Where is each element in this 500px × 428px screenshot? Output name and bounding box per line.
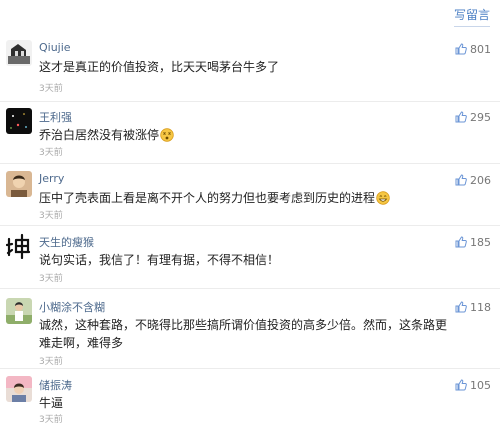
avatar[interactable] xyxy=(6,376,32,402)
comment-item: Qiujie 这才是真正的价值投资，比天天喝茅台牛多了 3天前 801 xyxy=(0,40,500,102)
comment-time: 3天前 xyxy=(39,357,63,367)
like-button[interactable]: 118 xyxy=(455,298,491,317)
comment-item: 小糊涂不含糊 诚然，这种套路，不晓得比那些搞所谓价值投资的高多少倍。然而，这条路… xyxy=(0,298,500,369)
thumbs-up-icon xyxy=(455,40,467,59)
comment-time: 3天前 xyxy=(39,274,63,284)
avatar[interactable] xyxy=(6,108,32,134)
comment-item: 储振涛 牛逼 3天前 105 xyxy=(0,376,500,425)
comment-username[interactable]: 储振涛 xyxy=(39,377,72,393)
like-count: 206 xyxy=(470,174,491,187)
comment-text: 乔治白居然没有被涨停 xyxy=(39,126,447,147)
like-count: 105 xyxy=(470,379,491,392)
comment-time: 3天前 xyxy=(39,415,63,425)
comment-username[interactable]: Qiujie xyxy=(39,41,71,54)
like-count: 295 xyxy=(470,111,491,124)
dizzy-face-emoji xyxy=(160,128,174,147)
like-button[interactable]: 206 xyxy=(455,171,491,190)
comment-username[interactable]: 小糊涂不含糊 xyxy=(39,299,105,315)
avatar[interactable] xyxy=(6,298,32,324)
comment-time: 3天前 xyxy=(39,84,63,94)
comment-text: 这才是真正的价值投资，比天天喝茅台牛多了 xyxy=(39,60,280,74)
comments-header: 写留言 xyxy=(0,0,500,28)
thumbs-up-icon xyxy=(455,298,467,317)
comment-item: 天生的瘦猴 说句实话，我信了！有理有据，不得不相信！ 3天前 185 xyxy=(0,233,500,289)
like-button[interactable]: 185 xyxy=(455,233,491,252)
comment-text: 诚然，这种套路，不晓得比那些搞所谓价值投资的高多少倍。然而，这条路更难走啊，难得… xyxy=(39,318,448,350)
comment-username[interactable]: 王利强 xyxy=(39,109,72,125)
comment-text: 说句实话，我信了！有理有据，不得不相信！ xyxy=(39,253,280,267)
comment-username[interactable]: Jerry xyxy=(39,172,64,185)
comment-item: 王利强 乔治白居然没有被涨停 3天前 295 xyxy=(0,108,500,164)
comment-text: 牛逼 xyxy=(39,396,64,410)
avatar[interactable] xyxy=(6,40,32,66)
thumbs-up-icon xyxy=(455,376,467,395)
comment-text: 压中了壳表面上看是离不开个人的努力但也要考虑到历史的进程 xyxy=(39,189,447,210)
comment-username[interactable]: 天生的瘦猴 xyxy=(39,234,94,250)
comment-time: 3天前 xyxy=(39,211,63,221)
like-count: 801 xyxy=(470,43,491,56)
avatar[interactable] xyxy=(6,171,32,197)
avatar[interactable] xyxy=(6,233,32,259)
comment-time: 3天前 xyxy=(39,148,63,158)
thumbs-up-icon xyxy=(455,108,467,127)
write-comment-link[interactable]: 写留言 xyxy=(453,6,491,27)
like-button[interactable]: 801 xyxy=(455,40,491,59)
like-count: 185 xyxy=(470,236,491,249)
grinning-face-emoji xyxy=(376,191,390,210)
comment-item: Jerry 压中了壳表面上看是离不开个人的努力但也要考虑到历史的进程 3天前 2… xyxy=(0,171,500,226)
thumbs-up-icon xyxy=(455,233,467,252)
thumbs-up-icon xyxy=(455,171,467,190)
like-count: 118 xyxy=(470,301,491,314)
like-button[interactable]: 105 xyxy=(455,376,491,395)
like-button[interactable]: 295 xyxy=(455,108,491,127)
